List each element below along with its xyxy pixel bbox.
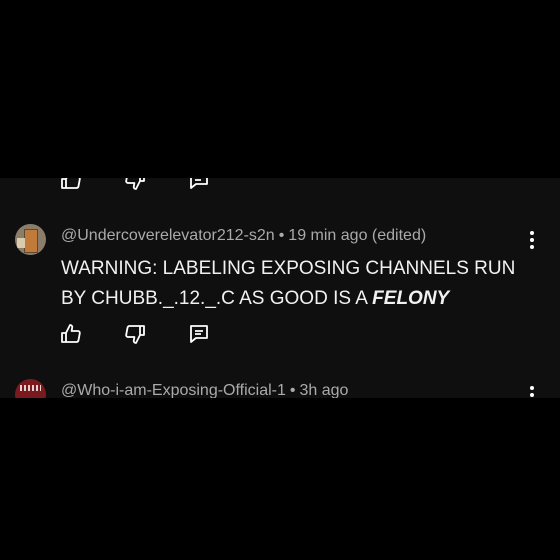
more-vert-icon[interactable] (528, 231, 536, 249)
thumbs-down-icon[interactable] (123, 178, 147, 192)
comment-author[interactable]: @Who-i-am-Exposing-Official-1 (61, 382, 286, 398)
comment-time: 3h ago (299, 382, 349, 398)
comment-author[interactable]: @Undercoverelevator212-s2n (61, 227, 275, 244)
comment-text: WARNING: LABELING EXPOSING CHANNELS RUN … (61, 254, 531, 314)
meta-separator: • (289, 382, 296, 398)
avatar-detail (17, 238, 25, 248)
comments-feed: @Undercoverelevator212-s2n • 19 min ago (e… (0, 178, 560, 398)
avatar[interactable] (15, 379, 46, 398)
more-vert-icon[interactable] (528, 386, 536, 398)
thumbs-up-icon[interactable] (59, 178, 83, 192)
comment-actions (59, 322, 251, 346)
comment-edited: (edited) (371, 227, 427, 244)
letterbox-bottom (0, 398, 560, 560)
comment-time: 19 min ago (288, 227, 368, 244)
previous-comment-actions (59, 178, 251, 192)
thumbs-down-icon[interactable] (123, 322, 147, 346)
thumbs-up-icon[interactable] (59, 322, 83, 346)
letterbox-top (0, 0, 560, 178)
avatar-pattern (20, 385, 41, 391)
avatar-figure (24, 229, 38, 253)
avatar[interactable] (15, 224, 46, 255)
meta-separator: • (278, 227, 285, 244)
comment-text-emphasis: FELONY (372, 288, 450, 309)
comment-meta: @Who-i-am-Exposing-Official-1 • 3h ago (61, 382, 348, 398)
comment-meta: @Undercoverelevator212-s2n • 19 min ago (e… (61, 227, 426, 245)
reply-comment-icon[interactable] (187, 322, 211, 346)
reply-comment-icon[interactable] (187, 178, 211, 192)
